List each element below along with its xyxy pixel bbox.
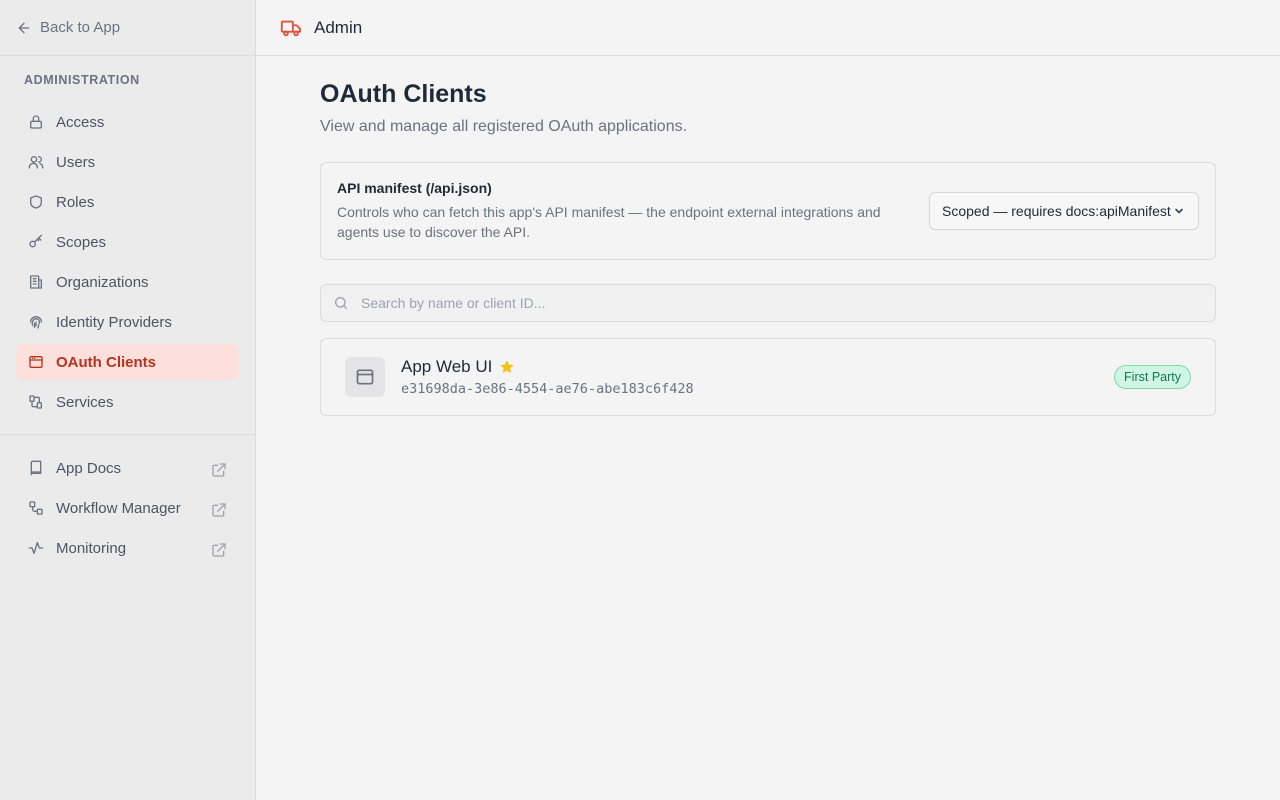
sidebar-item-label: Services	[56, 393, 114, 411]
sidebar-item-organizations[interactable]: Organizations	[16, 264, 239, 300]
search-icon	[335, 297, 347, 309]
client-card[interactable]: App Web UI e31698da-3e86-4554-ae76-abe18…	[320, 338, 1216, 416]
sidebar-item-label: OAuth Clients	[56, 353, 156, 371]
external-link-icon	[212, 463, 226, 477]
client-name: App Web UI	[401, 357, 493, 376]
top-bar: Admin	[256, 0, 1280, 56]
star-icon	[501, 360, 514, 373]
search-input[interactable]	[361, 295, 1161, 311]
key-icon	[29, 234, 42, 248]
sidebar-divider	[0, 434, 255, 435]
sidebar-link-app-docs[interactable]: App Docs	[16, 450, 239, 486]
sidebar-item-label: Scopes	[56, 233, 107, 251]
sidebar-item-identity-providers[interactable]: Identity Providers	[16, 304, 239, 340]
sidebar-link-workflow-manager[interactable]: Workflow Manager	[16, 490, 239, 526]
sidebar-link-label: App Docs	[56, 459, 122, 477]
services-icon	[29, 395, 42, 409]
truck-icon	[280, 17, 302, 39]
users-icon	[28, 156, 44, 169]
sidebar-item-label: Access	[56, 113, 105, 131]
page-subtitle: View and manage all registered OAuth app…	[320, 118, 688, 135]
api-manifest-description: Controls who can fetch this app's API ma…	[337, 204, 881, 240]
api-manifest-access-select[interactable]: Scoped — requires docs:apiManifest	[929, 192, 1199, 230]
main-content: OAuth Clients View and manage all regist…	[320, 80, 1216, 416]
section-title: ADMINISTRATION	[24, 73, 140, 87]
back-to-app-link[interactable]: Back to App	[0, 0, 255, 56]
search-bar	[320, 284, 1216, 322]
back-to-app-label: Back to App	[40, 19, 121, 36]
app-window-icon	[356, 369, 374, 385]
sidebar-item-scopes[interactable]: Scopes	[16, 224, 239, 260]
sidebar-item-oauth-clients[interactable]: OAuth Clients	[16, 344, 239, 380]
workflow-icon	[29, 501, 43, 515]
sidebar-item-access[interactable]: Access	[16, 104, 239, 140]
sidebar-link-label: Monitoring	[56, 539, 127, 557]
sidebar-item-label: Roles	[56, 193, 95, 211]
external-links-nav: App Docs Workflow Manager Monitoring	[0, 450, 255, 566]
client-avatar	[345, 357, 385, 397]
app-window-icon	[29, 356, 43, 368]
fingerprint-icon	[30, 316, 42, 329]
lock-icon	[30, 115, 42, 129]
api-manifest-card: API manifest (/api.json) Controls who ca…	[320, 162, 1216, 260]
page-title: OAuth Clients	[320, 80, 487, 108]
external-link-icon	[212, 543, 226, 557]
sidebar-item-label: Users	[56, 153, 96, 171]
sidebar-item-label: Identity Providers	[56, 313, 172, 331]
sidebar-link-label: Workflow Manager	[56, 499, 181, 517]
api-manifest-selected-value: Scoped — requires docs:apiManifest	[942, 203, 1171, 219]
external-link-icon	[212, 503, 226, 517]
arrow-left-icon	[18, 22, 30, 33]
shield-icon	[30, 195, 42, 209]
book-icon	[30, 460, 42, 476]
sidebar-item-services[interactable]: Services	[16, 384, 239, 420]
chevron-down-icon	[1175, 208, 1183, 214]
first-party-badge: First Party	[1114, 365, 1191, 389]
client-id: e31698da-3e86-4554-ae76-abe183c6f428	[401, 381, 694, 397]
header-title: Admin	[314, 17, 363, 37]
activity-icon	[28, 542, 44, 554]
sidebar-item-roles[interactable]: Roles	[16, 184, 239, 220]
sidebar-item-label: Organizations	[56, 273, 149, 291]
admin-nav: Access Users Roles Scopes Organizations …	[0, 104, 255, 420]
client-info: App Web UI e31698da-3e86-4554-ae76-abe18…	[401, 357, 694, 397]
client-name-row: App Web UI	[401, 357, 694, 377]
sidebar-link-monitoring[interactable]: Monitoring	[16, 530, 239, 566]
sidebar: Back to App ADMINISTRATION Access Users …	[0, 0, 256, 800]
sidebar-item-users[interactable]: Users	[16, 144, 239, 180]
building-icon	[30, 275, 42, 289]
